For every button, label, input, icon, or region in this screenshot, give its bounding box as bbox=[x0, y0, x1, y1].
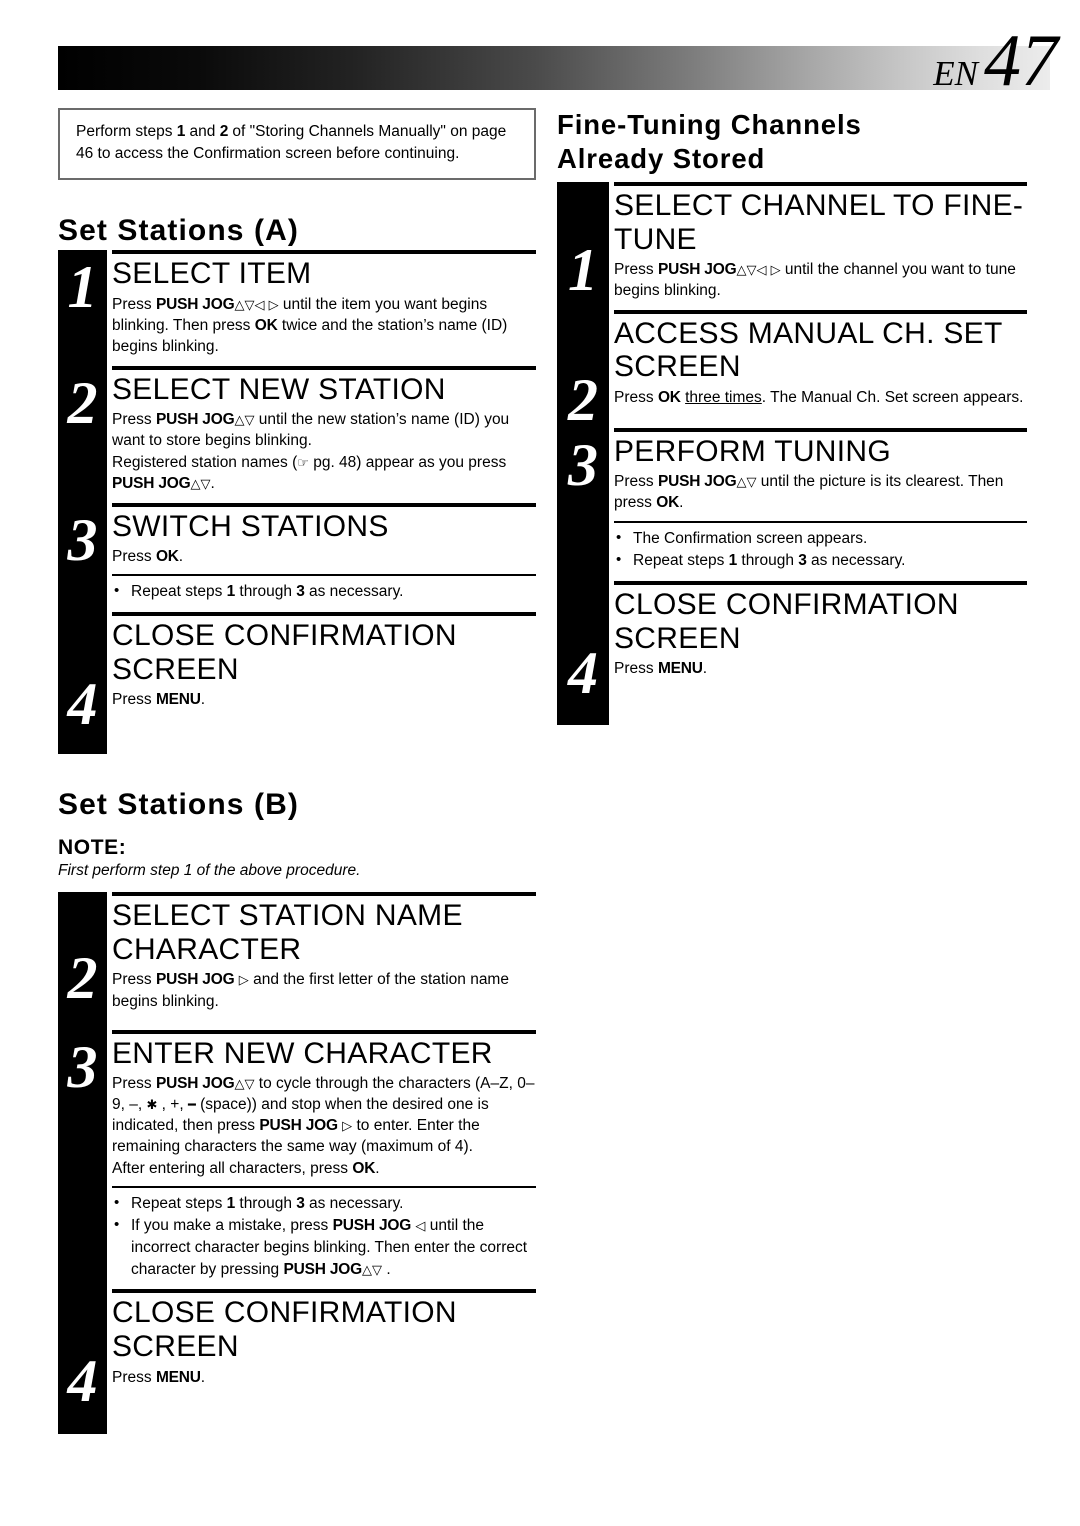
note-text: First perform step 1 of the above proced… bbox=[58, 862, 361, 880]
step-body: Press PUSH JOG△▽ until the picture is it… bbox=[614, 473, 1004, 512]
step-bullets: The Confirmation screen appears. Repeat … bbox=[614, 527, 1027, 572]
pointing-hand-icon: ☞ bbox=[297, 455, 309, 471]
step-body: Press PUSH JOG△▽◁ ▷ until the channel yo… bbox=[614, 261, 1016, 300]
list-item: The Confirmation screen appears. bbox=[614, 527, 1027, 550]
step-body: Press MENU. bbox=[112, 691, 206, 709]
divider bbox=[112, 574, 536, 577]
step-block: 4 CLOSE CONFIRMATION SCREEN Press MENU. bbox=[68, 612, 536, 754]
divider bbox=[112, 502, 536, 507]
step-block: 1 SELECT CHANNEL TO FINE-TUNE Press PUSH… bbox=[568, 182, 1027, 310]
section-b-steps: 2 SELECT STATION NAME CHARACTER Press PU… bbox=[58, 892, 536, 1434]
divider bbox=[112, 365, 536, 370]
step-block: 1 SELECT ITEM Press PUSH JOG△▽◁ ▷ until … bbox=[68, 249, 536, 357]
step-block: 4 CLOSE CONFIRMATION SCREEN Press MENU. bbox=[68, 1289, 536, 1434]
title-line-1: Fine-Tuning Channels bbox=[557, 109, 862, 140]
step-block: 3 ENTER NEW CHARACTER Press PUSH JOG△▽ t… bbox=[68, 1029, 536, 1281]
step-number: 2 bbox=[568, 366, 598, 433]
fine-tuning-steps: 1 SELECT CHANNEL TO FINE-TUNE Press PUSH… bbox=[557, 182, 1027, 726]
left-column: Perform steps 1 and 2 of "Storing Channe… bbox=[58, 108, 536, 1434]
step-heading: SWITCH STATIONS bbox=[112, 509, 389, 543]
list-item: Repeat steps 1 through 3 as necessary. bbox=[614, 549, 1027, 572]
divider bbox=[112, 1029, 536, 1034]
step-block: 2 SELECT NEW STATION Press PUSH JOG△▽ un… bbox=[68, 365, 536, 494]
divider bbox=[614, 427, 1027, 432]
step-body: Press MENU. bbox=[614, 660, 708, 678]
list-item: Repeat steps 1 through 3 as necessary. bbox=[112, 1192, 536, 1215]
section-title-set-stations-a: Set Stations (A) bbox=[58, 213, 299, 247]
notice-step-1: 1 bbox=[176, 123, 186, 140]
step-heading: SELECT STATION NAME CHARACTER bbox=[112, 899, 463, 966]
section-title-set-stations-b: Set Stations (B) bbox=[58, 788, 299, 822]
step-body: Press PUSH JOG△▽ to cycle through the ch… bbox=[112, 1075, 535, 1177]
step-spacer bbox=[112, 1388, 536, 1434]
step-heading: CLOSE CONFIRMATION SCREEN bbox=[112, 619, 457, 686]
step-number: 3 bbox=[568, 431, 598, 498]
divider bbox=[112, 612, 536, 617]
step-body: Press PUSH JOG△▽◁ ▷ until the item you w… bbox=[112, 295, 508, 355]
page-header: EN 47 bbox=[0, 0, 1080, 110]
divider bbox=[112, 1185, 536, 1188]
divider bbox=[614, 580, 1027, 585]
page-number-block: EN 47 bbox=[933, 20, 1058, 102]
section-title-fine-tuning: Fine-Tuning Channels Already Stored bbox=[557, 108, 1027, 176]
step-body: Press OK. bbox=[112, 548, 184, 566]
step-number: 4 bbox=[67, 671, 98, 738]
step-heading: CLOSE CONFIRMATION SCREEN bbox=[614, 587, 959, 655]
step-bullets: Repeat steps 1 through 3 as necessary. bbox=[112, 580, 536, 603]
step-heading: ACCESS MANUAL CH. SET SCREEN bbox=[614, 316, 1003, 384]
list-item: If you make a mistake, press PUSH JOG ◁ … bbox=[112, 1214, 536, 1280]
step-block: 2 SELECT STATION NAME CHARACTER Press PU… bbox=[68, 892, 536, 1030]
list-item: Repeat steps 1 through 3 as necessary. bbox=[112, 580, 536, 603]
step-spacer bbox=[112, 1012, 536, 1030]
step-body: Press PUSH JOG△▽ until the new station’s… bbox=[112, 411, 510, 492]
step-number: 3 bbox=[67, 1033, 98, 1100]
step-heading: CLOSE CONFIRMATION SCREEN bbox=[112, 1296, 457, 1363]
divider bbox=[614, 309, 1027, 314]
divider bbox=[614, 520, 1027, 523]
step-bullets: Repeat steps 1 through 3 as necessary. I… bbox=[112, 1192, 536, 1281]
step-spacer bbox=[614, 302, 1027, 310]
step-heading: SELECT ITEM bbox=[112, 256, 312, 290]
emphasis-three-times: three times bbox=[685, 388, 762, 406]
divider bbox=[614, 182, 1027, 187]
step-spacer bbox=[112, 710, 536, 754]
step-heading: SELECT CHANNEL TO FINE-TUNE bbox=[614, 189, 1024, 256]
step-heading: PERFORM TUNING bbox=[614, 434, 891, 468]
step-block: 2 ACCESS MANUAL CH. SET SCREEN Press OK … bbox=[568, 309, 1027, 430]
step-spacer bbox=[614, 408, 1027, 428]
divider bbox=[112, 892, 536, 897]
step-number: 4 bbox=[568, 639, 598, 706]
step-number: 3 bbox=[67, 506, 98, 573]
title-line-2: Already Stored bbox=[557, 143, 766, 175]
step-body: Press MENU. bbox=[112, 1368, 206, 1386]
space-symbol: ━ bbox=[187, 1098, 196, 1114]
divider bbox=[112, 249, 536, 254]
step-block: 3 PERFORM TUNING Press PUSH JOG△▽ until … bbox=[568, 427, 1027, 572]
star-symbol: ✱ bbox=[146, 1098, 158, 1114]
step-body: Press OK three times. The Manual Ch. Set… bbox=[614, 388, 1024, 406]
step-number: 1 bbox=[67, 253, 98, 320]
step-heading: SELECT NEW STATION bbox=[112, 372, 446, 406]
page-number: 47 bbox=[984, 20, 1058, 102]
step-number: 2 bbox=[67, 945, 98, 1012]
divider bbox=[112, 1289, 536, 1294]
section-a-steps: 1 SELECT ITEM Press PUSH JOG△▽◁ ▷ until … bbox=[58, 249, 536, 755]
step-number: 1 bbox=[568, 237, 598, 304]
step-block: 4 CLOSE CONFIRMATION SCREEN Press MENU. bbox=[568, 580, 1027, 725]
step-number: 2 bbox=[67, 369, 98, 436]
step-block: 3 SWITCH STATIONS Press OK. Repeat steps… bbox=[68, 502, 536, 603]
step-heading: ENTER NEW CHARACTER bbox=[112, 1036, 493, 1070]
language-code: EN bbox=[933, 54, 978, 93]
notice-step-2: 2 bbox=[219, 123, 229, 140]
step-number: 4 bbox=[67, 1348, 98, 1415]
step-spacer bbox=[614, 679, 1027, 725]
header-gradient-bar bbox=[58, 46, 1050, 90]
note-label: NOTE: bbox=[58, 836, 127, 860]
step-body: Press PUSH JOG ▷ and the first letter of… bbox=[112, 971, 509, 1010]
right-column: Fine-Tuning Channels Already Stored 1 SE… bbox=[557, 108, 1027, 726]
notice-box: Perform steps 1 and 2 of "Storing Channe… bbox=[58, 108, 536, 180]
